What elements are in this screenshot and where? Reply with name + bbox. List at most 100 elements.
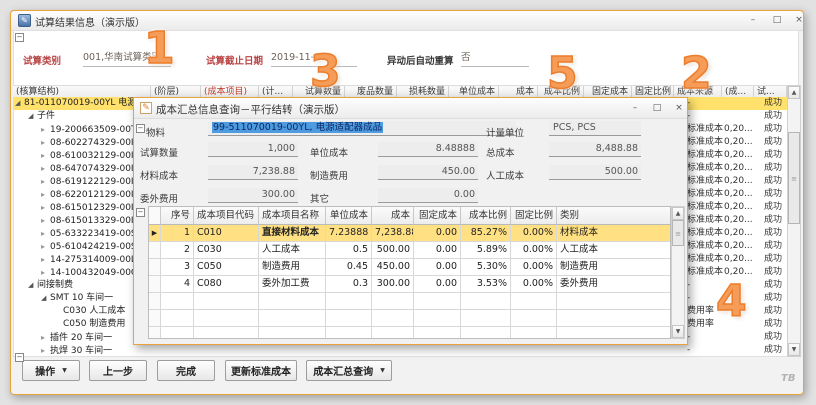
tree-item[interactable]: ▸05-610424219-00SI 贴 bbox=[13, 240, 134, 253]
result-row[interactable]: 标准成本0,20...成功 bbox=[685, 162, 787, 175]
collapse-toggle-bottom[interactable]: − bbox=[15, 353, 24, 362]
close-button[interactable]: × bbox=[791, 14, 807, 27]
maximize-button[interactable]: □ bbox=[769, 14, 785, 27]
minimize-button[interactable]: – bbox=[745, 14, 761, 27]
result-row[interactable]: 标准成本0,20...成功 bbox=[685, 123, 787, 136]
tree-item[interactable]: ◢81-011070019-00YL 电源适配器成品 bbox=[13, 97, 134, 110]
grid-vertical-scrollbar[interactable]: ▲ ≡ ▼ bbox=[787, 85, 801, 357]
result-row[interactable]: -成功 bbox=[685, 110, 787, 123]
scroll-up-icon[interactable]: ▲ bbox=[788, 86, 800, 99]
trial-qty-value[interactable]: 1,000 bbox=[208, 142, 298, 157]
tree-expanded-icon[interactable]: ◢ bbox=[41, 292, 50, 305]
result-row[interactable]: 标准成本0,20...成功 bbox=[685, 149, 787, 162]
table-row[interactable]: ▶1C010直接材料成本7.238887,238.880.0085.27%0.0… bbox=[149, 225, 670, 242]
auto-recalc-value[interactable]: 否 bbox=[461, 51, 529, 67]
tree-expanded-icon[interactable]: ◢ bbox=[15, 97, 24, 110]
table-col-header-8[interactable]: 类别 bbox=[557, 207, 671, 225]
dialog-maximize-button[interactable]: □ bbox=[649, 102, 665, 115]
other-cost-value[interactable]: 0.00 bbox=[378, 188, 478, 203]
unit-cost-value[interactable]: 8.48888 bbox=[378, 142, 478, 157]
table-row[interactable]: 3C050制造费用0.45450.000.005.30%0.00%制造费用 bbox=[149, 259, 670, 276]
result-row[interactable]: 标准成本0,20...成功 bbox=[685, 136, 787, 149]
table-row[interactable]: 4C080委外加工费0.3300.000.003.53%0.00%委外费用 bbox=[149, 276, 670, 293]
result-row[interactable]: -成功 bbox=[685, 344, 787, 357]
table-col-header-2[interactable]: 成本项目名称 bbox=[259, 207, 326, 225]
dialog-scroll-thumb[interactable]: ≡ bbox=[672, 220, 684, 246]
outsource-cost-value[interactable]: 300.00 bbox=[208, 188, 298, 203]
dialog-titlebar[interactable]: ✎ 成本汇总信息查询－平行结转（演示版） – □ × bbox=[134, 98, 687, 119]
tree-collapsed-icon[interactable]: ▸ bbox=[41, 188, 50, 201]
tree-item[interactable]: ▸08-602274329-00IG 贴 bbox=[13, 136, 134, 149]
tree-item[interactable]: ▸14-275314009-00LD 贴 bbox=[13, 253, 134, 266]
tree-collapsed-icon[interactable]: ▸ bbox=[41, 344, 50, 357]
labor-cost-value[interactable]: 500.00 bbox=[549, 165, 641, 180]
tree-item[interactable]: ▸插件 20 车间一 bbox=[13, 331, 134, 344]
dialog-collapse-table[interactable]: − bbox=[136, 208, 145, 217]
tree-collapsed-icon[interactable]: ▸ bbox=[41, 227, 50, 240]
result-row[interactable]: 标准成本0,20...成功 bbox=[685, 201, 787, 214]
tree-collapsed-icon[interactable]: ▸ bbox=[41, 175, 50, 188]
tree-item[interactable]: ▸14-100432049-00CJ 贴 bbox=[13, 266, 134, 279]
tree-collapsed-icon[interactable]: ▸ bbox=[41, 266, 50, 279]
result-row[interactable]: 标准成本0,20...成功 bbox=[685, 240, 787, 253]
finish-button[interactable]: 完成 bbox=[157, 360, 215, 381]
tree-collapsed-icon[interactable]: ▸ bbox=[41, 253, 50, 266]
tree-expanded-icon[interactable]: ◢ bbox=[28, 110, 37, 123]
action-button[interactable]: 操作▼ bbox=[22, 360, 80, 381]
tree-item[interactable]: ▸05-633223419-00SI 贴 bbox=[13, 227, 134, 240]
table-col-header-1[interactable]: 成本项目代码 bbox=[194, 207, 259, 225]
tree-item[interactable]: ▸08-610032129-00IG 贴 bbox=[13, 149, 134, 162]
result-row[interactable]: 标准成本0,20...成功 bbox=[685, 214, 787, 227]
tree-collapsed-icon[interactable]: ▸ bbox=[41, 214, 50, 227]
tree-item[interactable]: ◢子件 bbox=[13, 110, 134, 123]
tree-expanded-icon[interactable]: ◢ bbox=[28, 279, 37, 292]
collapse-toggle-top[interactable]: − bbox=[15, 33, 24, 42]
cost-summary-query-button[interactable]: 成本汇总查询▼ bbox=[306, 360, 392, 381]
tree-collapsed-icon[interactable]: ▸ bbox=[41, 136, 50, 149]
tree-collapsed-icon[interactable]: ▸ bbox=[41, 201, 50, 214]
table-col-header-6[interactable]: 成本比例 bbox=[461, 207, 511, 225]
table-col-header-4[interactable]: 成本 bbox=[372, 207, 414, 225]
table-col-header-3[interactable]: 单位成本 bbox=[326, 207, 372, 225]
tree-collapsed-icon[interactable]: ▸ bbox=[41, 240, 50, 253]
tree-collapsed-icon[interactable]: ▸ bbox=[41, 162, 50, 175]
table-row[interactable]: 2C030人工成本0.5500.000.005.89%0.00%人工成本 bbox=[149, 242, 670, 259]
total-cost-value[interactable]: 8,488.88 bbox=[549, 142, 641, 157]
tree-item[interactable]: ◢间接制费 bbox=[13, 279, 134, 292]
tree-item[interactable]: ▸08-615013329-00IG 贴 bbox=[13, 214, 134, 227]
tree-collapsed-icon[interactable]: ▸ bbox=[41, 331, 50, 344]
scroll-down-icon[interactable]: ▼ bbox=[788, 343, 800, 356]
tree-item[interactable]: ▸08-619122129-00IG 贴 bbox=[13, 175, 134, 188]
tree-item[interactable]: C050 制造费用 bbox=[13, 318, 134, 331]
result-row[interactable]: -成功 bbox=[685, 331, 787, 344]
update-standard-cost-button[interactable]: 更新标准成本 bbox=[225, 360, 297, 381]
uom-value[interactable]: PCS, PCS bbox=[549, 121, 641, 136]
dialog-minimize-button[interactable]: – bbox=[627, 102, 643, 115]
table-col-header-5[interactable]: 固定成本 bbox=[414, 207, 461, 225]
result-row[interactable]: 标准成本0,20...成功 bbox=[685, 188, 787, 201]
tree-item[interactable]: C030 人工成本 bbox=[13, 305, 134, 318]
tree-item[interactable]: ▸08-615012329-00IG 贴 bbox=[13, 201, 134, 214]
tree-item[interactable]: ▸19-200663509-00TZ 电 bbox=[13, 123, 134, 136]
dialog-scroll-up-icon[interactable]: ▲ bbox=[672, 207, 684, 220]
material-cost-value[interactable]: 7,238.88 bbox=[208, 165, 298, 180]
tree-collapsed-icon[interactable]: ▸ bbox=[41, 149, 50, 162]
result-row[interactable]: 标准成本0,20...成功 bbox=[685, 227, 787, 240]
dialog-table-scrollbar[interactable]: ▲ ≡ ▼ bbox=[671, 206, 685, 339]
tree-item[interactable]: ▸08-622012129-00IG 贴 bbox=[13, 188, 134, 201]
dialog-scroll-down-icon[interactable]: ▼ bbox=[672, 325, 684, 338]
previous-step-button[interactable]: 上一步 bbox=[89, 360, 147, 381]
dialog-collapse-material[interactable]: − bbox=[136, 124, 145, 133]
result-row[interactable]: 标准成本0,20...成功 bbox=[685, 253, 787, 266]
scroll-thumb[interactable]: ≡ bbox=[788, 132, 800, 224]
table-col-header-7[interactable]: 固定比例 bbox=[511, 207, 557, 225]
material-value[interactable]: 99-511070019-00YL, 电源适配器成品 bbox=[208, 121, 516, 136]
dialog-close-button[interactable]: × bbox=[671, 102, 687, 115]
tree-collapsed-icon[interactable]: ▸ bbox=[41, 123, 50, 136]
mfg-overhead-value[interactable]: 450.00 bbox=[378, 165, 478, 180]
tree-item[interactable]: ▸08-647074329-00IG 贴 bbox=[13, 162, 134, 175]
tree-item[interactable]: ▸执焊 30 车间一 bbox=[13, 344, 134, 357]
result-row[interactable]: 标准成本0,20...成功 bbox=[685, 175, 787, 188]
main-titlebar[interactable]: ✎ 试算结果信息（演示版） – □ × bbox=[11, 11, 803, 31]
tree-item[interactable]: ◢SMT 10 车间一 bbox=[13, 292, 134, 305]
